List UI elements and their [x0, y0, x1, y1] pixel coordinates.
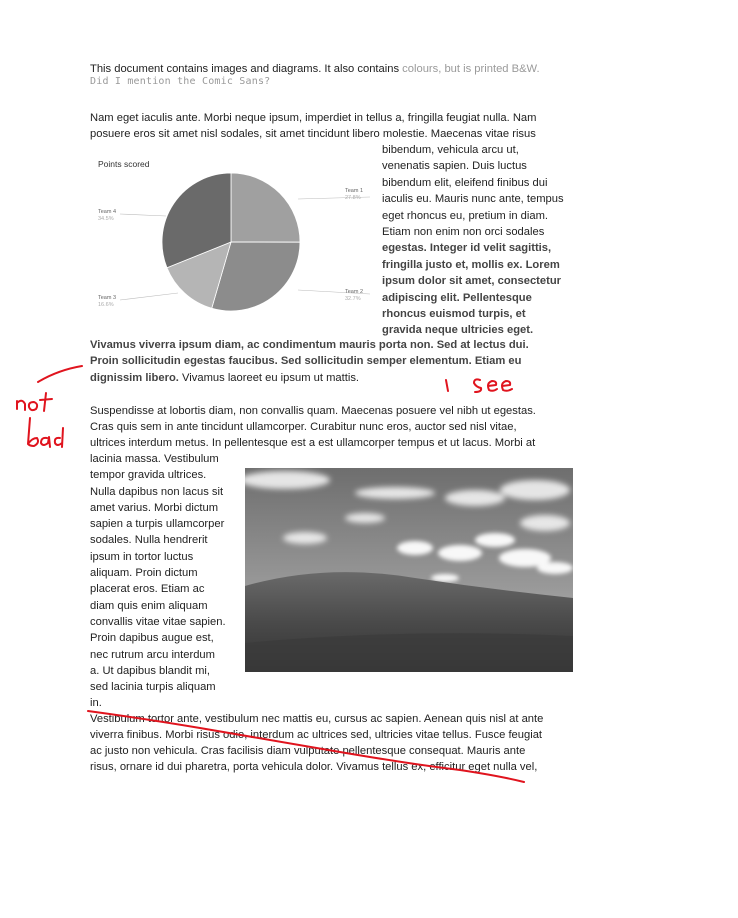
- ink-strikethrough-stroke: [87, 710, 525, 783]
- handwritten-bad: [27, 417, 64, 448]
- handwritten-not: [16, 392, 53, 412]
- ink-annotations: [16, 365, 525, 783]
- ink-stroke-top: [37, 365, 83, 383]
- handwritten-i-see: [445, 378, 513, 393]
